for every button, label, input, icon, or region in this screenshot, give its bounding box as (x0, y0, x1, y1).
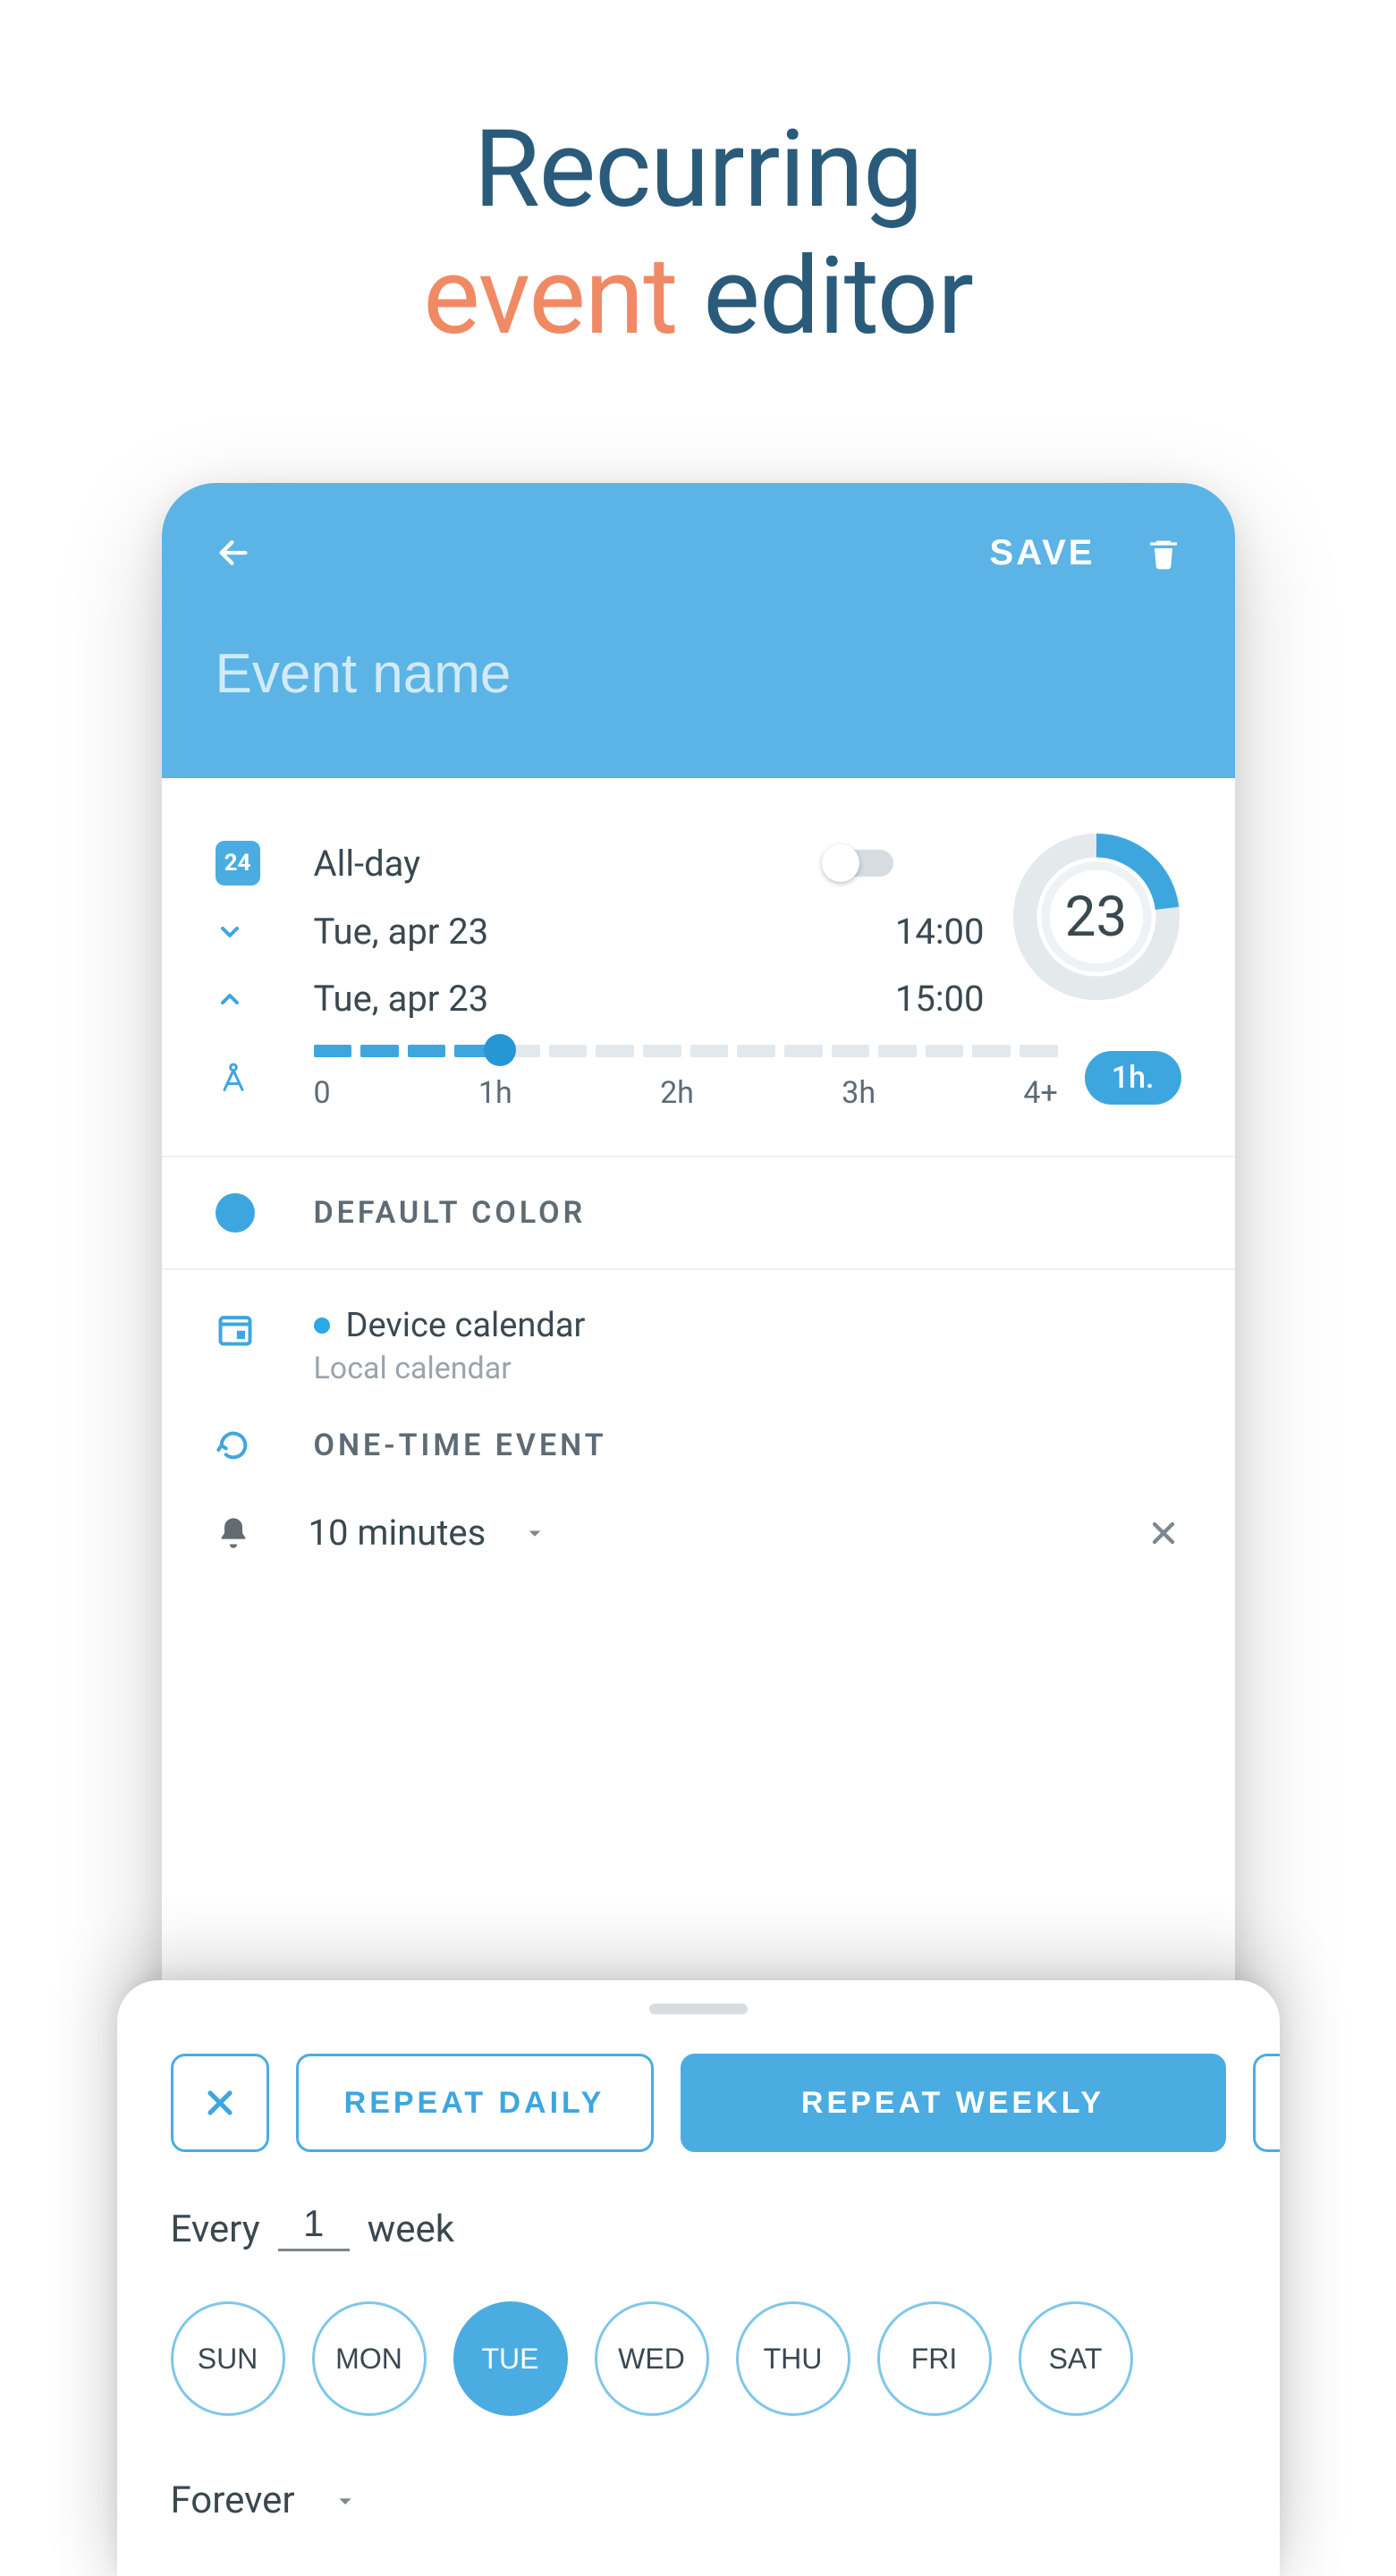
bell-icon (216, 1515, 251, 1551)
hero-word-event: event (423, 234, 677, 360)
repeat-next-option-button[interactable] (1253, 2054, 1280, 2152)
day-mon[interactable]: MON (312, 2301, 427, 2416)
reminder-label: 10 minutes (309, 1512, 486, 1554)
repeat-icon (216, 1428, 251, 1463)
every-suffix: week (368, 2207, 454, 2251)
recurrence-label: ONE-TIME EVENT (314, 1428, 607, 1463)
calendar-row[interactable]: Device calendar Local calendar (216, 1306, 1181, 1386)
chevron-down-icon (216, 918, 244, 946)
hero-title: Recurring event editor (0, 0, 1396, 360)
calendar-icon (216, 1309, 255, 1349)
dropdown-caret-icon (331, 2487, 360, 2515)
slider-tick-labels: 0 1h 2h 3h 4+ (314, 1075, 1058, 1111)
start-datetime-row[interactable]: Tue, apr 23 14:00 (216, 911, 985, 953)
sheet-close-button[interactable] (171, 2054, 269, 2152)
end-datetime-row[interactable]: Tue, apr 23 15:00 (216, 978, 985, 1020)
day-tue[interactable]: TUE (453, 2301, 568, 2416)
calendar-name: Device calendar (346, 1306, 586, 1345)
arrow-left-icon (216, 535, 251, 571)
hero-word-editor: editor (677, 234, 972, 360)
day-thu[interactable]: THU (736, 2301, 850, 2416)
recurrence-end-row[interactable]: Forever (171, 2479, 1226, 2522)
color-row[interactable]: DEFAULT COLOR (162, 1157, 1235, 1270)
day-wed[interactable]: WED (595, 2301, 709, 2416)
day-sun[interactable]: SUN (171, 2301, 285, 2416)
repeat-daily-button[interactable]: REPEAT DAILY (296, 2054, 654, 2152)
sheet-drag-handle[interactable] (649, 2004, 748, 2014)
color-swatch-icon (216, 1193, 255, 1233)
close-icon (1146, 1515, 1181, 1551)
recurrence-row[interactable]: ONE-TIME EVENT (216, 1428, 1181, 1463)
clock-day-number: 23 (1011, 832, 1181, 1002)
back-button[interactable] (216, 535, 251, 571)
compass-icon (216, 1060, 251, 1096)
save-button[interactable]: SAVE (990, 533, 1096, 573)
reminder-remove-button[interactable] (1146, 1515, 1181, 1551)
allday-toggle[interactable] (824, 850, 893, 877)
duration-pill: 1h. (1085, 1051, 1181, 1105)
color-label: DEFAULT COLOR (314, 1195, 587, 1231)
recurrence-end-label: Forever (171, 2479, 295, 2522)
start-time-label: 14:00 (824, 911, 985, 953)
date-badge-icon: 24 (216, 841, 260, 886)
every-count-input[interactable] (278, 2202, 350, 2251)
weekday-picker: SUN MON TUE WED THU FRI SAT (171, 2301, 1226, 2416)
day-sat[interactable]: SAT (1019, 2301, 1133, 2416)
end-time-label: 15:00 (824, 978, 985, 1020)
dropdown-caret-icon (521, 1520, 548, 1546)
delete-button[interactable] (1146, 535, 1181, 571)
start-date-label: Tue, apr 23 (314, 911, 824, 953)
time-dial[interactable]: 23 (1011, 832, 1181, 1002)
hero-word-recurring: Recurring (474, 107, 923, 233)
day-fri[interactable]: FRI (877, 2301, 992, 2416)
every-prefix: Every (171, 2207, 260, 2251)
calendar-account: Local calendar (314, 1351, 586, 1386)
calendar-color-dot-icon (314, 1318, 330, 1334)
app-header: SAVE (162, 483, 1235, 778)
end-date-label: Tue, apr 23 (314, 978, 824, 1020)
duration-slider[interactable]: 0 1h 2h 3h 4+ (314, 1045, 1058, 1111)
event-name-input[interactable] (216, 642, 1181, 706)
reminder-row[interactable]: 10 minutes (162, 1485, 1235, 1577)
repeat-weekly-button[interactable]: REPEAT WEEKLY (681, 2054, 1226, 2152)
trash-icon (1146, 535, 1181, 571)
chevron-up-icon (216, 985, 244, 1013)
allday-label: All-day (314, 843, 824, 885)
close-icon (200, 2083, 240, 2123)
recurrence-sheet: REPEAT DAILY REPEAT WEEKLY Every week SU… (117, 1980, 1280, 2576)
